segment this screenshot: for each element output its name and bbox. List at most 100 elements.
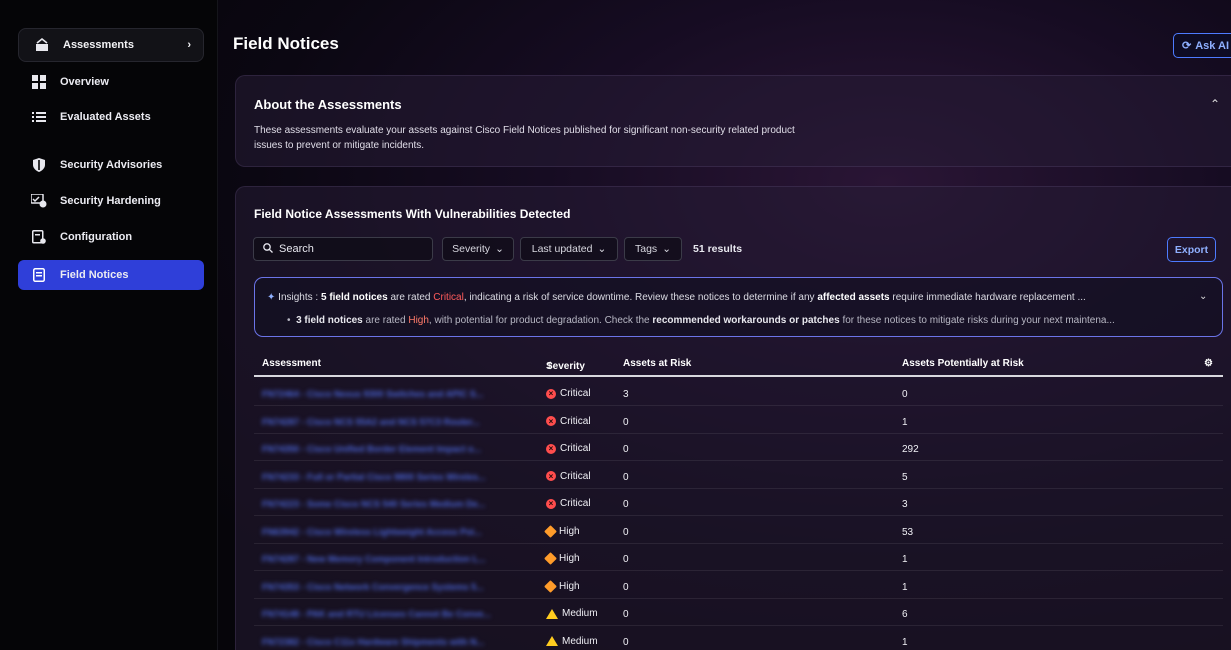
tags-filter[interactable]: Tags ⌄ xyxy=(624,237,682,261)
findings-title: Field Notice Assessments With Vulnerabil… xyxy=(254,207,571,221)
bullet: • xyxy=(287,315,294,326)
severity-cell: × Critical xyxy=(546,498,591,509)
table-header: Assessment Severity ⇕ Assets at Risk Ass… xyxy=(254,355,1223,377)
assets-at-risk-cell: 0 xyxy=(623,444,629,455)
severity-label: Critical xyxy=(560,470,591,482)
table-row[interactable]: FN74350 - Cisco Unified Border Element I… xyxy=(254,438,1223,461)
severity-icon: × xyxy=(546,471,556,481)
severity-label: Critical xyxy=(560,415,591,427)
assets-at-risk-cell: 0 xyxy=(623,581,629,593)
assets-at-risk-cell: 0 xyxy=(623,609,629,620)
assessment-link[interactable]: FN72464 - Cisco Nexus 9300 Switches and … xyxy=(262,389,530,399)
table-row[interactable]: FN74223 - Some Cisco NCS 540 Series Medi… xyxy=(254,493,1223,516)
assets-potentially-at-risk-cell: 3 xyxy=(902,499,908,510)
table-row[interactable]: FN74287 - Cisco NCS 55A2 and NCS 57C3 Ro… xyxy=(254,411,1223,434)
sidebar-item-label: Configuration xyxy=(60,231,133,243)
insights-text: require immediate hardware replacement .… xyxy=(889,292,1086,303)
export-button[interactable]: Export xyxy=(1167,237,1216,262)
table-row[interactable]: FN63942 - Cisco Wireless Lightweight Acc… xyxy=(254,521,1223,544)
assessment-link[interactable]: FN72382 - Cisco C11x Hardware Shipments … xyxy=(262,637,530,647)
chevron-down-icon[interactable]: ⌄ xyxy=(1199,291,1207,302)
filter-label: Severity xyxy=(452,243,491,255)
sidebar-item-configuration[interactable]: Configuration xyxy=(18,223,204,251)
sidebar-item-field-notices[interactable]: Field Notices xyxy=(18,260,204,290)
grid-icon xyxy=(30,73,48,91)
severity-cell: High xyxy=(544,524,580,538)
severity-filter[interactable]: Severity ⌄ xyxy=(442,237,514,261)
assessment-link[interactable]: FN63942 - Cisco Wireless Lightweight Acc… xyxy=(262,527,530,537)
insights-line: • 3 field notices are rated High, with p… xyxy=(287,315,1115,326)
severity-icon xyxy=(544,552,557,565)
insights-severity: Critical xyxy=(433,292,464,303)
table-row[interactable]: FN74233 - Full or Partial Cisco 9800 Ser… xyxy=(254,466,1223,489)
column-header-assets-potentially-at-risk[interactable]: Assets Potentially at Risk xyxy=(902,358,1024,369)
list-icon xyxy=(30,108,48,126)
assets-at-risk-cell: 0 xyxy=(623,554,629,565)
assets-potentially-at-risk-cell: 1 xyxy=(902,636,908,648)
severity-cell: × Critical xyxy=(546,416,591,427)
severity-label: Medium xyxy=(562,635,598,647)
sidebar-item-label: Evaluated Assets xyxy=(60,111,151,123)
table-row[interactable]: FN74287 - New Memory Component Introduct… xyxy=(254,548,1223,571)
severity-cell: × Critical xyxy=(546,471,591,482)
assets-potentially-at-risk-cell: 0 xyxy=(902,389,908,400)
assets-potentially-at-risk-cell: 6 xyxy=(902,609,908,620)
chevron-up-icon[interactable]: ⌃ xyxy=(1210,97,1220,111)
severity-label: Critical xyxy=(560,388,591,399)
sort-icon: ⇕ xyxy=(546,361,555,372)
filter-label: Last updated xyxy=(531,243,593,255)
table-row[interactable]: FN72382 - Cisco C11x Hardware Shipments … xyxy=(254,631,1223,650)
assessment-link[interactable]: FN74233 - Full or Partial Cisco 9800 Ser… xyxy=(262,472,530,482)
table-row[interactable]: FN74353 - Cisco Network Convergence Syst… xyxy=(254,576,1223,599)
insights-severity: High xyxy=(408,315,429,326)
sidebar-item-security-advisories[interactable]: Security Advisories xyxy=(18,151,204,179)
table-row[interactable]: FN74148 - PAK and RTU Licenses Cannot Be… xyxy=(254,603,1223,626)
table-row[interactable]: FN72464 - Cisco Nexus 9300 Switches and … xyxy=(254,383,1223,406)
insights-text: are rated xyxy=(362,315,409,326)
sidebar: Assessments › Overview Evaluated Assets … xyxy=(0,0,218,650)
assets-at-risk-cell: 0 xyxy=(623,416,629,428)
search-input[interactable]: Search xyxy=(253,237,433,261)
severity-cell: × Critical xyxy=(546,443,591,454)
assets-potentially-at-risk-cell: 292 xyxy=(902,444,919,455)
results-count: 51 results xyxy=(693,243,743,255)
assessments-icon xyxy=(33,36,51,54)
assessment-link[interactable]: FN74148 - PAK and RTU Licenses Cannot Be… xyxy=(262,609,530,619)
severity-label: High xyxy=(559,553,580,564)
severity-cell: × Critical xyxy=(546,388,591,399)
refresh-icon: ⟳ xyxy=(1182,40,1192,52)
assets-at-risk-cell: 0 xyxy=(623,499,629,510)
sidebar-item-evaluated-assets[interactable]: Evaluated Assets xyxy=(18,103,204,131)
assessment-link[interactable]: FN74287 - New Memory Component Introduct… xyxy=(262,554,530,564)
assets-at-risk-cell: 3 xyxy=(623,389,629,400)
ask-ai-label: Ask AI xyxy=(1195,39,1230,52)
sparkle-icon: ✦ xyxy=(267,292,276,303)
assets-potentially-at-risk-cell: 1 xyxy=(902,581,908,593)
insights-text: are rated xyxy=(387,292,434,303)
shield-icon xyxy=(30,156,48,174)
severity-cell: Medium xyxy=(546,608,598,619)
hardening-icon xyxy=(30,192,48,210)
search-placeholder: Search xyxy=(279,243,314,255)
insights-line: ✦ Insights : 5 field notices are rated C… xyxy=(267,292,1086,303)
assessment-link[interactable]: FN74350 - Cisco Unified Border Element I… xyxy=(262,444,530,454)
sidebar-item-label: Field Notices xyxy=(60,269,129,281)
severity-icon xyxy=(544,579,557,593)
insights-count: 3 field notices xyxy=(296,315,363,326)
assessment-link[interactable]: FN74223 - Some Cisco NCS 540 Series Medi… xyxy=(262,499,530,509)
settings-gear-icon[interactable]: ⚙ xyxy=(1204,358,1213,369)
column-header-assets-at-risk[interactable]: Assets at Risk xyxy=(623,358,691,369)
sidebar-item-overview[interactable]: Overview xyxy=(18,68,204,96)
column-header-assessment[interactable]: Assessment xyxy=(262,358,321,369)
assessment-link[interactable]: FN74353 - Cisco Network Convergence Syst… xyxy=(262,582,530,592)
sidebar-assessments-toggle[interactable]: Assessments › xyxy=(18,28,204,62)
last-updated-filter[interactable]: Last updated ⌄ xyxy=(520,237,618,261)
insights-text: , with potential for product degradation… xyxy=(428,315,653,326)
findings-card: Field Notice Assessments With Vulnerabil… xyxy=(235,186,1231,650)
filter-label: Tags xyxy=(635,243,658,255)
assessment-link[interactable]: FN74287 - Cisco NCS 55A2 and NCS 57C3 Ro… xyxy=(262,417,530,427)
sidebar-item-security-hardening[interactable]: Security Hardening xyxy=(18,187,204,215)
ask-ai-button[interactable]: ⟳ Ask AI xyxy=(1173,33,1231,58)
about-description: These assessments evaluate your assets a… xyxy=(254,125,795,151)
assets-at-risk-cell: 0 xyxy=(623,636,629,648)
